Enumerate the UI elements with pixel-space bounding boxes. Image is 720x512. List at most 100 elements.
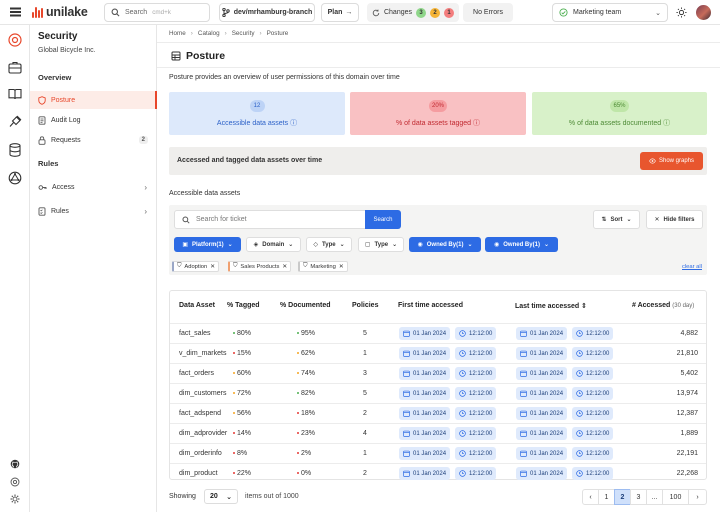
close-icon[interactable]: ✕ [210,264,215,270]
col-header-accessed[interactable]: # Accessed (30 day) [632,302,694,309]
info-icon[interactable]: ⓘ [663,120,670,127]
breadcrumb-catalog[interactable]: Catalog [198,30,220,37]
close-icon[interactable]: ✕ [339,264,344,270]
accessed-count: 4,882 [680,330,698,337]
user-avatar[interactable] [696,5,711,20]
breadcrumb-home[interactable]: Home [169,30,186,37]
col-header-first-accessed[interactable]: First time accessed [398,302,463,309]
table-row[interactable]: dim_customers 72% 82% 5 01 Jan 2024 12:12:00 0… [170,383,706,403]
chevron-down-icon: ⌄ [543,242,549,248]
info-icon[interactable]: ⓘ [473,120,480,127]
col-header-asset[interactable]: Data Asset [179,302,215,309]
book-icon[interactable] [7,86,23,102]
table-row[interactable]: dim_product 22% 0% 2 01 Jan 2024 12:12:00 01 J… [170,463,706,483]
show-graphs-button[interactable]: Show graphs [640,152,703,170]
gear-icon[interactable] [7,491,23,507]
settings-icon[interactable] [7,474,23,490]
page-100[interactable]: 100 [662,489,689,505]
asset-name[interactable]: fact_orders [179,370,214,377]
table-row[interactable]: fact_orders 60% 74% 3 01 Jan 2024 12:12:00 01 … [170,363,706,383]
breadcrumb-separator: › [224,30,227,37]
hamburger-menu-icon[interactable] [0,0,30,25]
errors-status[interactable]: No Errors [463,3,513,22]
table-row[interactable]: fact_sales 80% 95% 5 01 Jan 2024 12:12:00 01 J… [170,323,706,343]
lock-icon [38,135,46,145]
tagged-value: 72% [233,390,251,397]
page-title-text: Posture [186,50,226,62]
clock-icon [459,370,466,377]
database-icon[interactable] [7,142,23,158]
table-row[interactable]: v_dim_markets 15% 62% 1 01 Jan 2024 12:12:00 0… [170,343,706,363]
col-header-documented[interactable]: % Documented [280,302,331,309]
asset-name[interactable]: dim_adprovider [179,430,227,437]
sidebar-item-posture[interactable]: Posture [30,91,157,109]
sidebar-title: Security [38,31,78,42]
last-date-chip: 01 Jan 2024 [516,407,568,420]
page-2[interactable]: 2 [614,489,631,505]
status-dot [233,412,235,415]
briefcase-icon[interactable] [7,59,23,75]
global-search[interactable]: Search cmd+k [104,3,210,22]
sidebar-item-audit-log[interactable]: Audit Log [30,111,157,129]
table-row[interactable]: fact_adspend 56% 18% 2 01 Jan 2024 12:12:00 01… [170,403,706,423]
asset-name[interactable]: fact_sales [179,330,211,337]
sidebar-item-access[interactable]: Access › [30,178,157,196]
overview-heading: Overview [38,73,72,82]
filter-owned-by[interactable]: ◉ Owned By(1) ⌄ [409,237,481,252]
sidebar-item-label: Rules [51,207,69,215]
calendar-icon [403,350,410,357]
github-icon[interactable] [7,456,23,472]
ticket-search-input[interactable]: Search for ticket [174,210,366,229]
sort-button[interactable]: ⇅ Sort ⌄ [593,210,640,229]
target-icon[interactable] [7,32,23,48]
breadcrumb-security[interactable]: Security [232,30,255,37]
breadcrumb: Home › Catalog › Security › Posture [169,30,288,37]
sidebar-item-requests[interactable]: Requests 2 [30,131,157,149]
page-size-select[interactable]: 20 ⌄ [204,489,238,504]
theme-toggle-icon[interactable] [676,7,687,18]
filter-owned-by-2[interactable]: ◉ Owned By(1) ⌄ [485,237,558,252]
clear-all-link[interactable]: clear all [682,264,702,270]
calendar-icon [403,390,410,397]
filter-type[interactable]: ◇ Type ⌄ [306,237,352,252]
plan-button[interactable]: Plan → [321,3,359,22]
prev-page-button[interactable]: ‹ [582,489,599,505]
plug-icon[interactable] [7,114,23,130]
chevron-down-icon: ⌄ [655,9,661,17]
filter-domain[interactable]: ◈ Domain ⌄ [246,237,301,252]
page-3[interactable]: 3 [630,489,647,505]
col-header-last-accessed[interactable]: Last time accessed ⇕ [515,302,587,310]
hide-filters-button[interactable]: ✕ Hide filters [646,210,703,229]
breadcrumb-separator: › [259,30,262,37]
table-row[interactable]: dim_orderinfo 8% 2% 1 01 Jan 2024 12:12:00 01 … [170,443,706,463]
changes-added-badge: 3 [416,7,427,18]
clock-icon [576,470,583,477]
sort-icon[interactable]: ⇕ [581,303,587,310]
logo[interactable]: unilake [32,5,102,19]
asset-name[interactable]: fact_adspend [179,410,221,417]
page-description: Posture provides an overview of user per… [169,74,400,81]
policies-value: 4 [363,430,367,437]
asset-name[interactable]: dim_customers [179,390,226,397]
search-button[interactable]: Search [365,210,401,229]
col-header-policies[interactable]: Policies [352,302,378,309]
next-page-button[interactable]: › [688,489,707,505]
filter-type-2[interactable]: ▢ Type ⌄ [358,237,404,252]
filter-platform[interactable]: ▣ Platform(1) ⌄ [174,237,241,252]
team-selector[interactable]: Marketing team ⌄ [552,3,668,22]
eye-icon [649,158,656,164]
info-icon[interactable]: ⓘ [290,120,297,127]
last-time-chip: 12:12:00 [572,367,614,380]
card-label: % of data assets tagged ⓘ [395,119,481,127]
page-1[interactable]: 1 [598,489,615,505]
close-icon[interactable]: ✕ [282,264,287,270]
sidebar-item-rules[interactable]: Rules › [30,202,157,220]
branch-selector[interactable]: dev/mrhamburg-branch [219,3,315,22]
col-header-tagged[interactable]: % Tagged [227,302,260,309]
network-icon[interactable] [7,170,23,186]
asset-name[interactable]: dim_orderinfo [179,450,222,457]
asset-name[interactable]: v_dim_markets [179,350,226,357]
asset-name[interactable]: dim_product [179,470,218,477]
table-row[interactable]: dim_adprovider 14% 23% 4 01 Jan 2024 12:12:00… [170,423,706,443]
changes-button[interactable]: Changes 3 2 1 [367,3,459,22]
